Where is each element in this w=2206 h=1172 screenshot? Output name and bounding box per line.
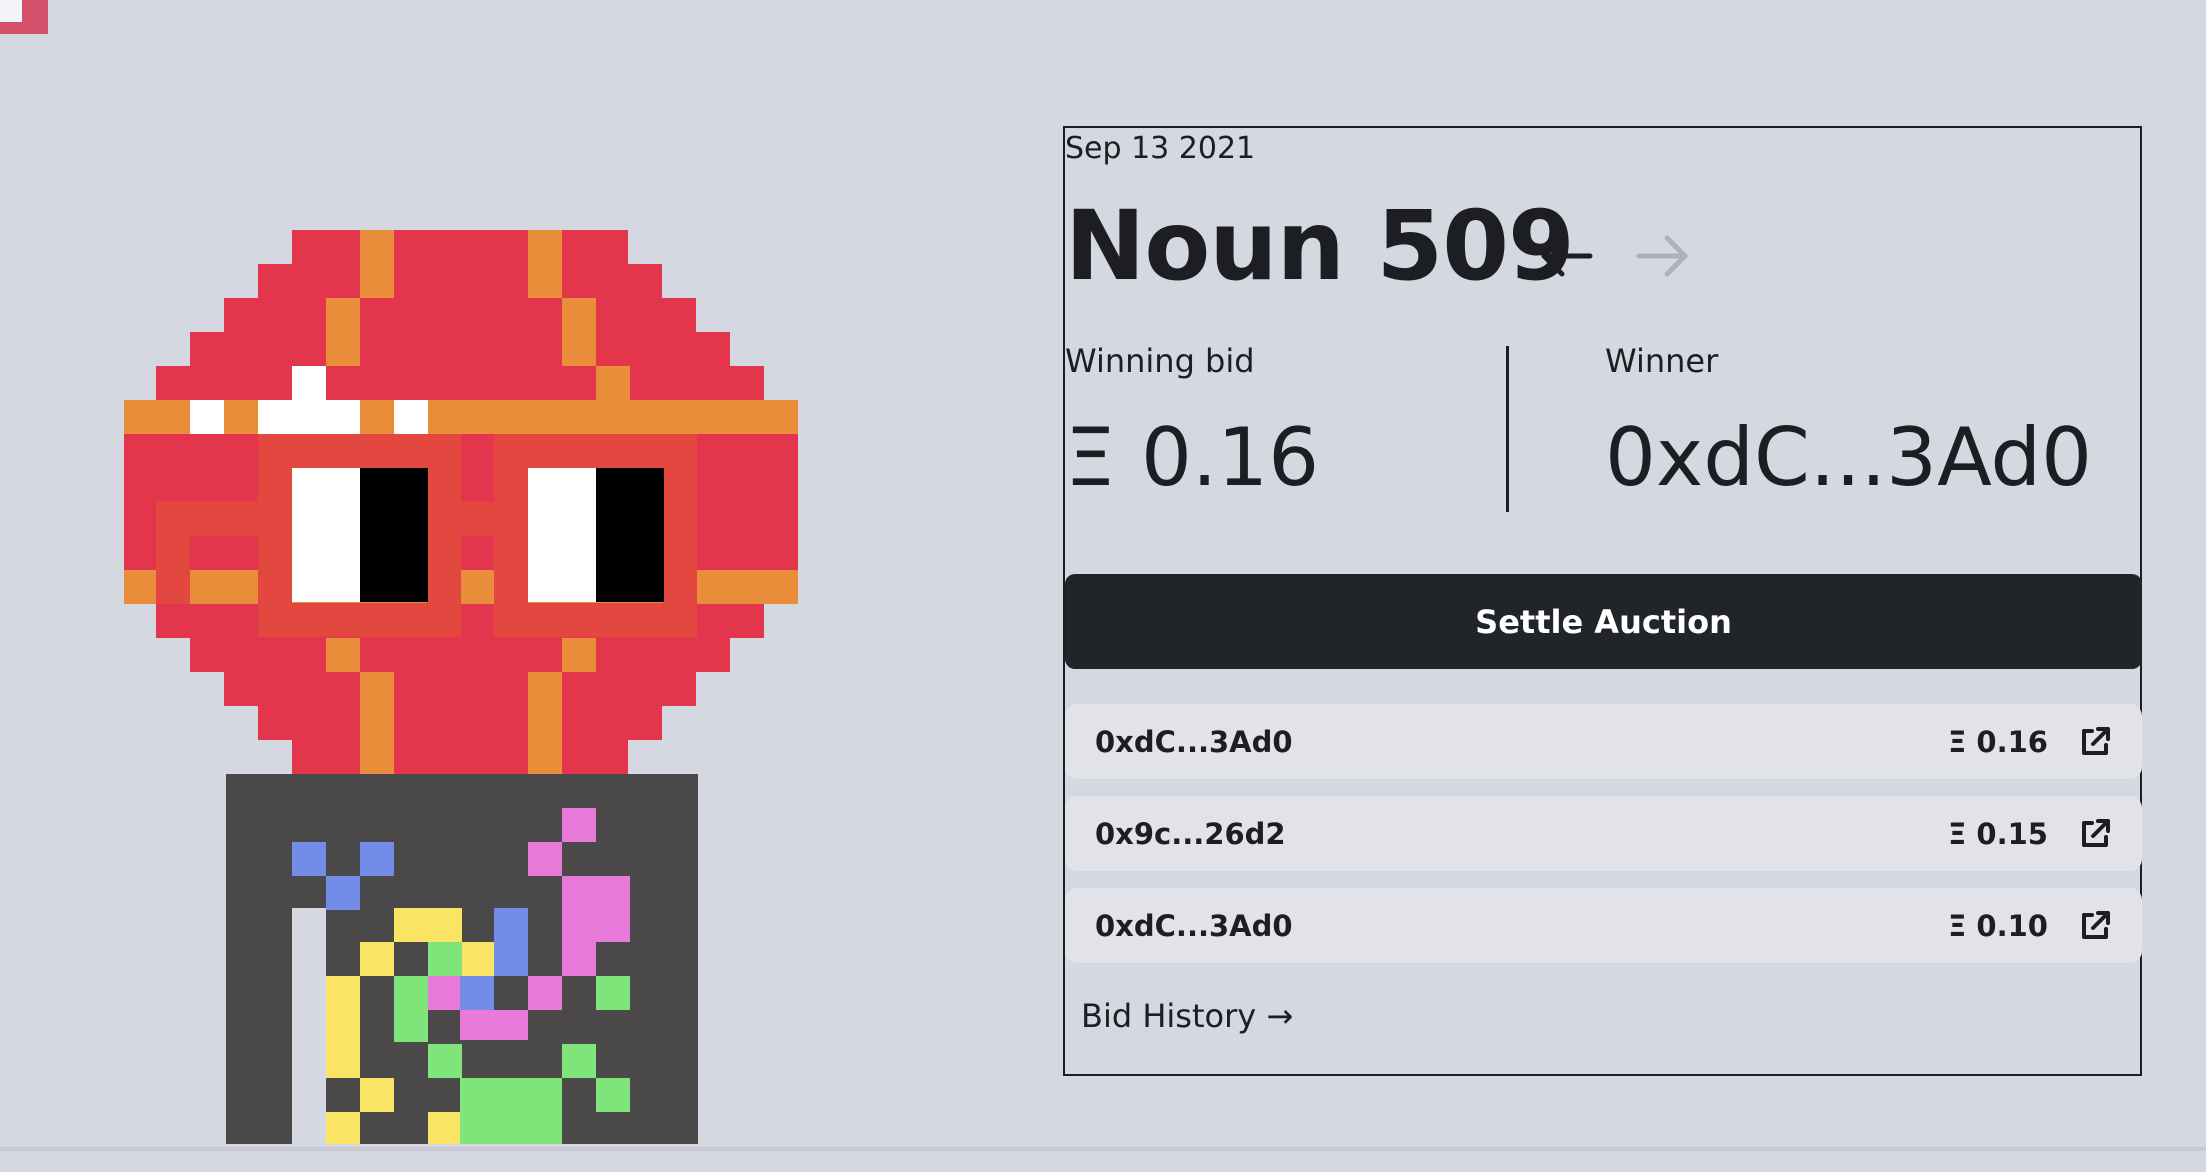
list-item: 0x9c...26d2 Ξ 0.15 <box>1065 796 2142 871</box>
arrow-left-icon[interactable] <box>1530 226 1602 286</box>
settle-auction-button[interactable]: Settle Auction <box>1065 574 2142 669</box>
noun-title: Noun 509 <box>1065 190 1575 302</box>
auction-panel: Sep 13 2021 Noun 509 Winning bid Ξ 0.16 … <box>1063 126 2142 1076</box>
bid-amount: Ξ 0.10 <box>1948 908 2048 943</box>
bidder-address[interactable]: 0xdC...3Ad0 <box>1095 725 1948 759</box>
bidder-address[interactable]: 0xdC...3Ad0 <box>1095 909 1948 943</box>
arrow-right-icon[interactable] <box>1627 226 1699 286</box>
bid-list: 0xdC...3Ad0 Ξ 0.16 0x9c...26d2 Ξ 0.15 0x… <box>1065 704 2142 980</box>
auction-date: Sep 13 2021 <box>1065 131 1256 166</box>
bid-amount: Ξ 0.15 <box>1948 816 2048 851</box>
bid-history-link[interactable]: Bid History → <box>1081 996 1293 1036</box>
list-item: 0xdC...3Ad0 Ξ 0.16 <box>1065 704 2142 779</box>
list-item: 0xdC...3Ad0 Ξ 0.10 <box>1065 888 2142 963</box>
winning-bid-value: Ξ 0.16 <box>1065 411 1320 504</box>
external-link-icon[interactable] <box>2078 725 2112 759</box>
bidder-address[interactable]: 0x9c...26d2 <box>1095 817 1948 851</box>
winner-address[interactable]: 0xdC...3Ad0 <box>1605 408 2092 508</box>
winning-bid-label: Winning bid <box>1065 342 1255 380</box>
external-link-icon[interactable] <box>2078 817 2112 851</box>
stat-divider <box>1506 346 1509 512</box>
bid-amount: Ξ 0.16 <box>1948 724 2048 759</box>
winner-label: Winner <box>1605 342 1719 380</box>
page-divider <box>0 1147 2206 1151</box>
external-link-icon[interactable] <box>2078 909 2112 943</box>
noun-image <box>124 230 798 1144</box>
